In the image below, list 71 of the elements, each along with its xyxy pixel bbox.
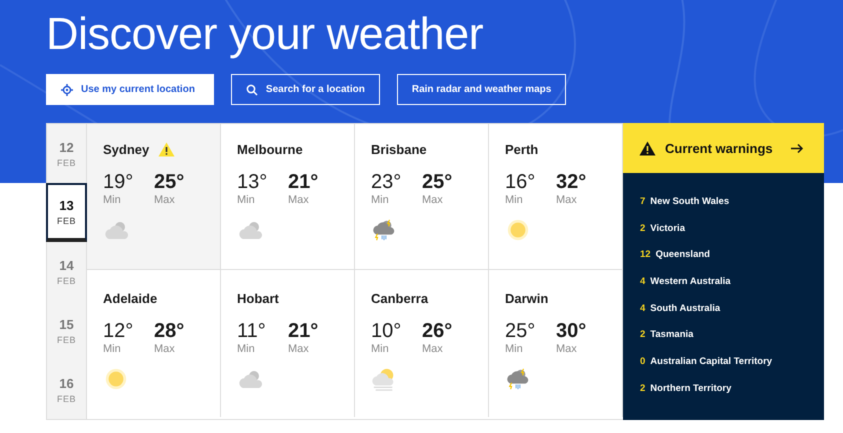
- city-card[interactable]: Perth 16° Min 32° Max: [489, 124, 623, 270]
- max-temperature: 28°: [154, 320, 186, 342]
- min-label: Min: [237, 194, 256, 206]
- max-label: Max: [288, 194, 310, 206]
- warning-region-link[interactable]: 0 Australian Capital Territory: [640, 348, 824, 375]
- warning-icon: [639, 140, 656, 156]
- warnings-title: Current warnings: [665, 140, 774, 156]
- warning-region-link[interactable]: 4 Western Australia: [640, 268, 824, 295]
- min-temperature: 12°: [103, 320, 134, 342]
- link-button[interactable]: Rain radar and weather maps: [396, 74, 566, 105]
- city-name: Sydney: [103, 142, 150, 156]
- location-button[interactable]: Use my current location: [46, 74, 214, 105]
- sun-icon: [505, 218, 531, 242]
- warning-region-link[interactable]: 7 New South Wales: [640, 188, 824, 215]
- city-name: Hobart: [237, 290, 279, 306]
- max-temperature: 21°: [288, 320, 320, 342]
- city-name: Darwin: [505, 290, 548, 306]
- min-label: Min: [505, 343, 524, 355]
- min-label: Min: [237, 343, 256, 355]
- city-name: Perth: [505, 142, 538, 156]
- storm-cloud-icon: [371, 218, 397, 242]
- warning-region-link[interactable]: 2 Tasmania: [640, 321, 824, 348]
- warning-region-link[interactable]: 4 South Australia: [640, 294, 824, 322]
- city-name: Adelaide: [103, 290, 158, 306]
- page-title: Discover your weather: [46, 8, 484, 60]
- max-temperature: 30°: [556, 320, 588, 342]
- min-temperature: 23°: [371, 171, 402, 193]
- max-label: Max: [288, 343, 310, 355]
- crosshair-icon: [61, 84, 73, 96]
- max-label: Max: [556, 343, 578, 355]
- min-temperature: 25°: [505, 320, 536, 342]
- city-name: Canberra: [371, 290, 428, 306]
- min-temperature: 11°: [237, 320, 267, 342]
- min-label: Min: [371, 343, 390, 355]
- date-tab[interactable]: 12 FEB: [47, 124, 86, 183]
- min-label: Min: [371, 194, 390, 206]
- date-tab[interactable]: 15 FEB: [47, 301, 86, 360]
- max-temperature: 21°: [288, 171, 320, 193]
- date-tab[interactable]: 16 FEB: [47, 360, 86, 419]
- max-temperature: 25°: [422, 171, 454, 193]
- max-label: Max: [154, 194, 176, 206]
- max-label: Max: [154, 343, 176, 355]
- warning-region-link[interactable]: 2 Northern Territory: [640, 374, 824, 402]
- max-label: Max: [422, 194, 444, 206]
- date-tab[interactable]: 13 FEB: [46, 183, 87, 242]
- city-name: Melbourne: [237, 142, 303, 156]
- arrow-right-icon: [791, 142, 804, 154]
- storm-cloud-icon: [505, 367, 531, 391]
- min-temperature: 10°: [371, 320, 402, 342]
- max-label: Max: [422, 343, 444, 355]
- max-temperature: 32°: [556, 171, 588, 193]
- search-icon: [246, 84, 258, 96]
- city-card[interactable]: Sydney 19° Min 25° Max: [87, 124, 221, 270]
- city-card[interactable]: Brisbane 23° Min 25° Max: [355, 124, 489, 270]
- min-temperature: 19°: [103, 171, 134, 193]
- warnings-header-button[interactable]: Current warnings: [623, 123, 824, 173]
- sun-icon: [103, 367, 129, 391]
- city-card[interactable]: Melbourne 13° Min 21° Max: [221, 124, 355, 270]
- date-tab[interactable]: 14 FEB: [47, 242, 86, 301]
- min-temperature: 16°: [505, 171, 536, 193]
- min-label: Min: [505, 194, 524, 206]
- warning-region-link[interactable]: 2 Victoria: [640, 214, 824, 242]
- min-label: Min: [103, 194, 122, 206]
- max-label: Max: [556, 194, 578, 206]
- max-temperature: 26°: [422, 320, 454, 342]
- min-label: Min: [103, 343, 122, 355]
- link-button[interactable]: Search for a location: [230, 74, 380, 105]
- city-name: Brisbane: [371, 142, 427, 156]
- warning-region-link[interactable]: 12 Queensland: [640, 241, 824, 268]
- max-temperature: 25°: [154, 171, 186, 193]
- min-temperature: 13°: [237, 171, 268, 193]
